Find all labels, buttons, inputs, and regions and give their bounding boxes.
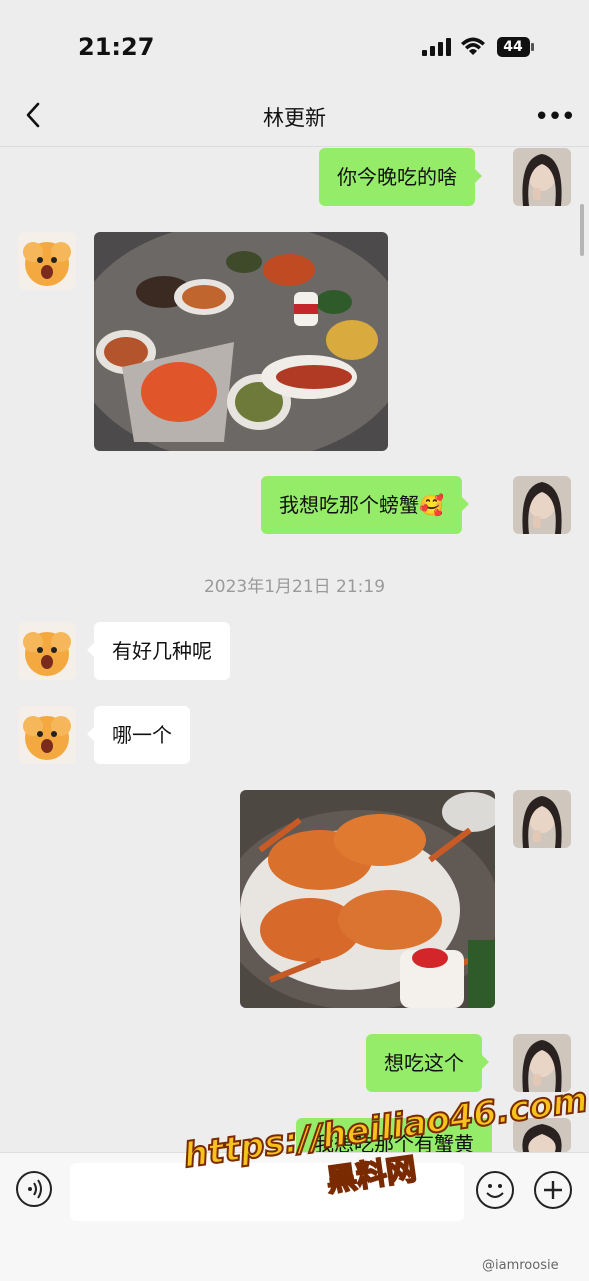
message-text: 你今晚吃的啥 [337,165,457,189]
plus-icon[interactable] [534,1171,572,1209]
battery-icon: 44 [497,37,535,57]
photo-crabs[interactable] [240,790,495,1008]
contact-avatar[interactable] [18,232,76,290]
my-avatar[interactable] [513,148,571,206]
chat-title: 林更新 [263,106,326,130]
signal-icon [422,38,451,56]
scrollbar[interactable] [580,204,584,256]
chat-header: 林更新 ••• [0,90,589,147]
wifi-icon [461,37,485,55]
message-bubble-sent[interactable]: 我想吃那个螃蟹🥰 [261,476,469,534]
message-bubble-sent[interactable]: 你今晚吃的啥 [319,148,482,206]
status-time: 21:27 [78,33,155,61]
chat-timestamp: 2023年1月21日 21:19 [203,577,386,597]
weibo-watermark: @iamroosie [482,1258,559,1273]
message-text: 我想吃那个螃蟹🥰 [279,493,444,517]
message-text: 哪一个 [112,723,172,747]
message-bubble-received[interactable]: 哪一个 [87,706,190,764]
more-icon[interactable]: ••• [534,102,576,132]
battery-level: 44 [503,39,523,55]
message-text: 想吃这个 [384,1051,464,1075]
message-bubble-received[interactable]: 有好几种呢 [87,622,230,680]
message-bubble-sent[interactable]: 想吃这个 [366,1034,489,1092]
voice-icon[interactable] [16,1171,52,1207]
status-bar: 21:27 44 [0,0,589,90]
message-text: 有好几种呢 [112,639,212,663]
contact-avatar[interactable] [18,622,76,680]
my-avatar[interactable] [513,476,571,534]
contact-avatar[interactable] [18,706,76,764]
my-avatar[interactable] [513,790,571,848]
emoji-icon[interactable] [476,1171,514,1209]
photo-dinner-table[interactable] [94,232,388,451]
